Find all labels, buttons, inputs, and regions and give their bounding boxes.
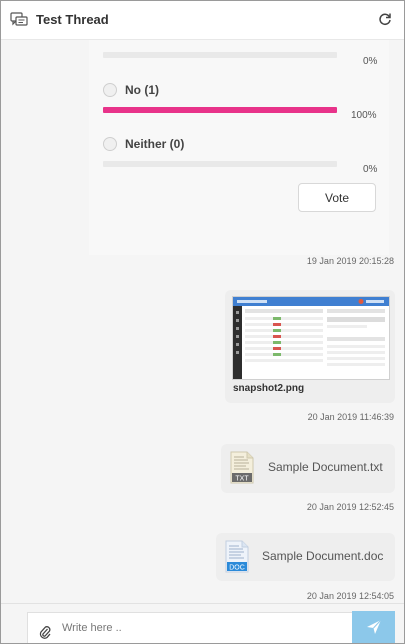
paperclip-icon[interactable] xyxy=(39,625,51,639)
message-timestamp: 20 Jan 2019 12:52:45 xyxy=(306,502,394,512)
message-timestamp: 20 Jan 2019 12:54:05 xyxy=(306,591,394,601)
poll-option-bar xyxy=(103,161,337,167)
file-message[interactable]: TXT Sample Document.txt xyxy=(221,444,395,493)
image-message[interactable]: snapshot2.png xyxy=(225,290,395,403)
message-input[interactable] xyxy=(62,619,342,637)
poll-option-percent: 0% xyxy=(363,164,378,175)
poll-option-label: Neither (0) xyxy=(125,137,185,151)
doc-icon-label: DOC xyxy=(229,565,245,572)
refresh-icon[interactable] xyxy=(378,12,392,26)
send-button[interactable] xyxy=(352,611,395,643)
poll-option-radio[interactable] xyxy=(103,137,117,151)
file-name: Sample Document.txt xyxy=(268,460,383,474)
image-filename: snapshot2.png xyxy=(233,383,305,394)
send-icon xyxy=(366,619,381,634)
message-timestamp: 20 Jan 2019 11:46:39 xyxy=(307,412,394,422)
poll-option-percent: 100% xyxy=(351,110,377,121)
poll-option-bar xyxy=(103,107,337,113)
poll-option-label: No (1) xyxy=(125,83,159,97)
poll-option-radio[interactable] xyxy=(103,83,117,97)
message-list[interactable]: 0% No (1) 100% Neither (0) 0% Vote 19 Ja… xyxy=(1,40,404,603)
poll-option-bar-fill xyxy=(103,107,337,113)
thread-header: Test Thread xyxy=(1,1,404,40)
message-timestamp: 19 Jan 2019 20:15:28 xyxy=(306,256,394,266)
poll-card: 0% No (1) 100% Neither (0) 0% Vote xyxy=(89,40,389,255)
poll-option-percent: 0% xyxy=(363,56,378,67)
chat-window: Test Thread 0% No (1) 100% Neither (0) 0… xyxy=(0,0,405,644)
chat-bubbles-icon xyxy=(10,12,28,26)
file-name: Sample Document.doc xyxy=(262,549,384,563)
file-message[interactable]: DOC Sample Document.doc xyxy=(216,533,395,581)
vote-button[interactable]: Vote xyxy=(298,183,376,212)
poll-option-bar xyxy=(103,52,337,58)
txt-icon-label: TXT xyxy=(235,476,249,483)
txt-file-icon: TXT xyxy=(230,451,254,484)
doc-file-icon: DOC xyxy=(225,540,249,573)
thread-title: Test Thread xyxy=(36,12,109,27)
screenshot-preview xyxy=(233,297,389,379)
image-thumbnail[interactable] xyxy=(232,296,390,380)
